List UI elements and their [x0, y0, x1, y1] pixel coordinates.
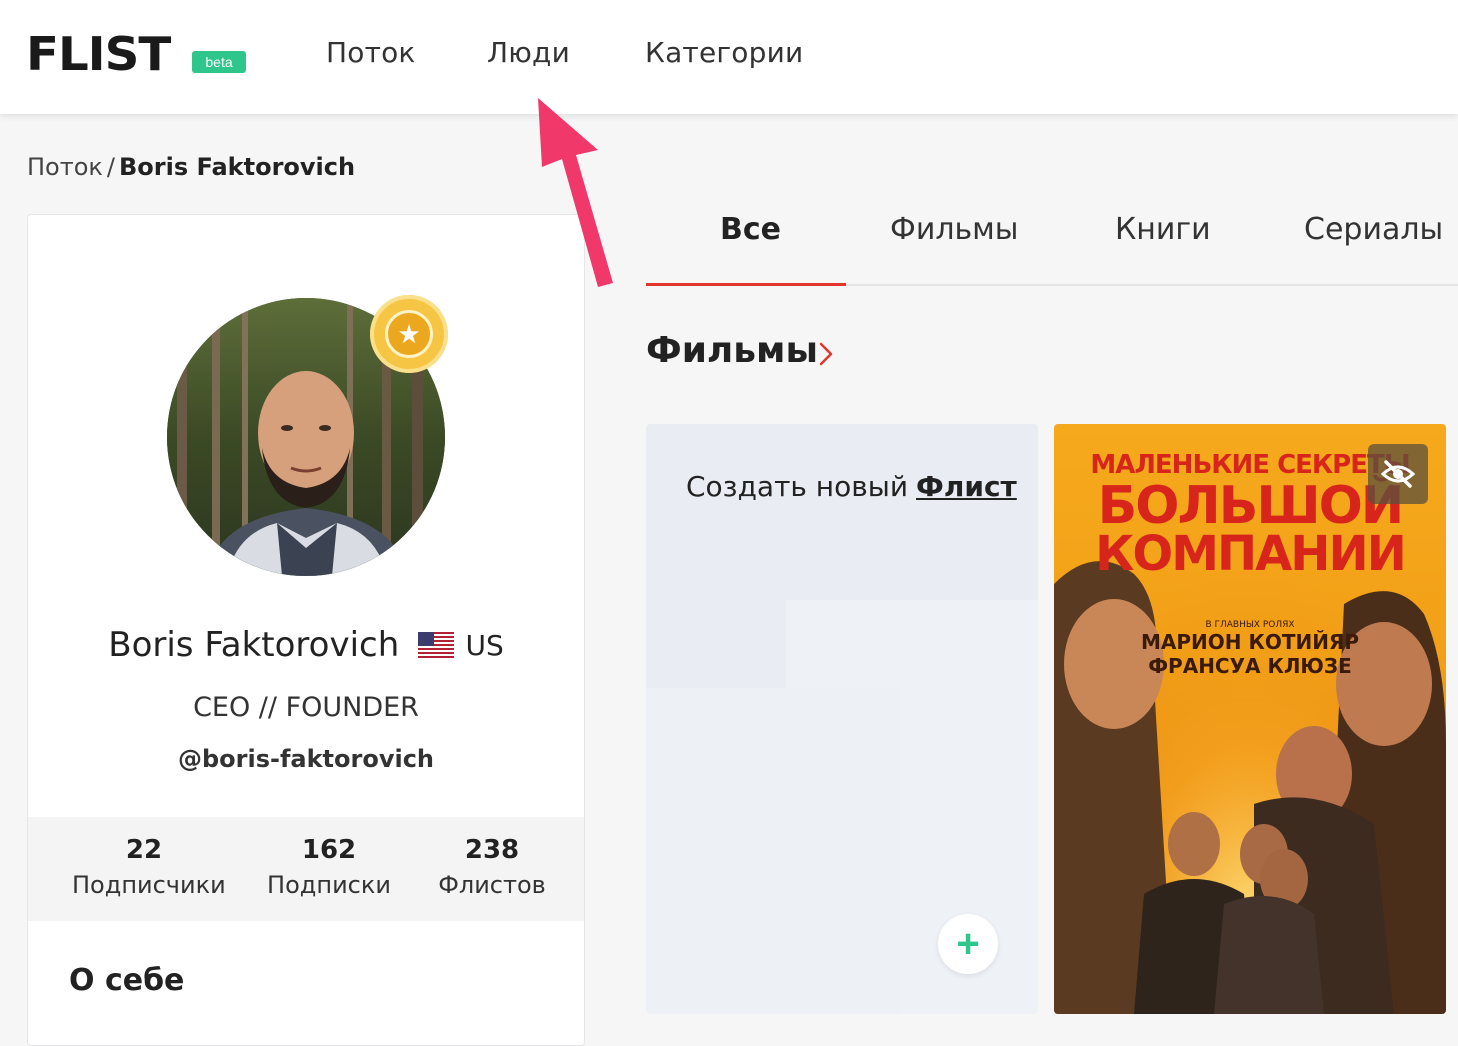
create-label: Создать новый: [686, 470, 909, 503]
star-badge-icon: ★: [370, 295, 448, 373]
poster-cast-2: ФРАНСУА КЛЮЗЕ: [1148, 654, 1352, 678]
nav-people[interactable]: Люди: [487, 36, 570, 69]
active-tab-underline: [646, 283, 846, 286]
tab-series[interactable]: Сериалы: [1304, 212, 1443, 247]
create-flist-text: Создать новый Флист: [686, 470, 1017, 503]
profile-title: CEO // FOUNDER: [193, 692, 419, 723]
breadcrumb: Поток / Boris Faktorovich: [27, 153, 355, 181]
pointer-arrow-icon: [538, 98, 613, 287]
poster-cast: МАРИОН КОТИЙЯР ФРАНСУА КЛЮЗЕ: [1054, 630, 1446, 678]
plus-icon[interactable]: +: [938, 914, 998, 974]
breadcrumb-current: Boris Faktorovich: [118, 153, 356, 181]
eye-off-glyph: [1380, 460, 1416, 488]
section-title[interactable]: Фильмы: [646, 330, 818, 371]
flist-logo[interactable]: FLIST beta: [26, 31, 246, 77]
tab-films[interactable]: Фильмы: [890, 212, 1019, 247]
breadcrumb-separator: /: [106, 153, 115, 181]
about-heading: О себе: [69, 963, 185, 998]
stat-label: Подписки: [267, 871, 391, 899]
profile-handle: @boris-faktorovich: [177, 745, 435, 773]
poster-title-line3: КОМПАНИИ: [1095, 526, 1407, 582]
stat-label: Флистов: [438, 871, 546, 899]
stat-value: 238: [464, 835, 520, 865]
profile-stats: 22 Подписчики 162 Подписки 238 Флистов: [28, 817, 584, 921]
profile-country: US: [465, 628, 504, 662]
create-flist-card[interactable]: Создать новый Флист +: [646, 424, 1038, 1014]
profile-name-row: Boris Faktorovich US: [28, 625, 584, 665]
beta-badge: beta: [192, 51, 246, 73]
nav-categories[interactable]: Категории: [645, 36, 803, 69]
profile-card: ★ Boris Faktorovich US CEO // FOUNDER @b…: [27, 214, 585, 1046]
chevron-right-icon[interactable]: [816, 340, 836, 368]
stat-label: Подписчики: [72, 871, 226, 899]
profile-name: Boris Faktorovich: [108, 625, 400, 665]
eye-off-icon[interactable]: [1368, 444, 1428, 504]
us-flag-icon: [418, 632, 455, 658]
stat-value: 22: [125, 835, 163, 865]
stat-followers[interactable]: 22 Подписчики: [72, 835, 226, 899]
create-flist-link[interactable]: Флист: [916, 470, 1017, 503]
card-shade: [646, 688, 900, 1014]
logo-text: FLIST: [26, 27, 171, 81]
tab-all[interactable]: Все: [720, 212, 781, 247]
movie-poster[interactable]: МАЛЕНЬКИЕ СЕКРЕТЫ БОЛЬШОЙ КОМПАНИИ В ГЛА…: [1054, 424, 1446, 1014]
poster-starring: В ГЛАВНЫХ РОЛЯХ: [1205, 620, 1295, 630]
tab-books[interactable]: Книги: [1115, 212, 1211, 247]
top-header: FLIST beta Поток Люди Категории: [0, 0, 1458, 114]
stat-flists[interactable]: 238 Флистов: [432, 835, 552, 899]
nav-stream[interactable]: Поток: [326, 36, 416, 69]
breadcrumb-root[interactable]: Поток: [27, 153, 103, 181]
stat-following[interactable]: 162 Подписки: [264, 835, 394, 899]
content-tabs: Все Фильмы Книги Сериалы: [646, 190, 1458, 286]
stat-value: 162: [301, 835, 357, 865]
poster-cast-1: МАРИОН КОТИЙЯР: [1140, 630, 1359, 654]
